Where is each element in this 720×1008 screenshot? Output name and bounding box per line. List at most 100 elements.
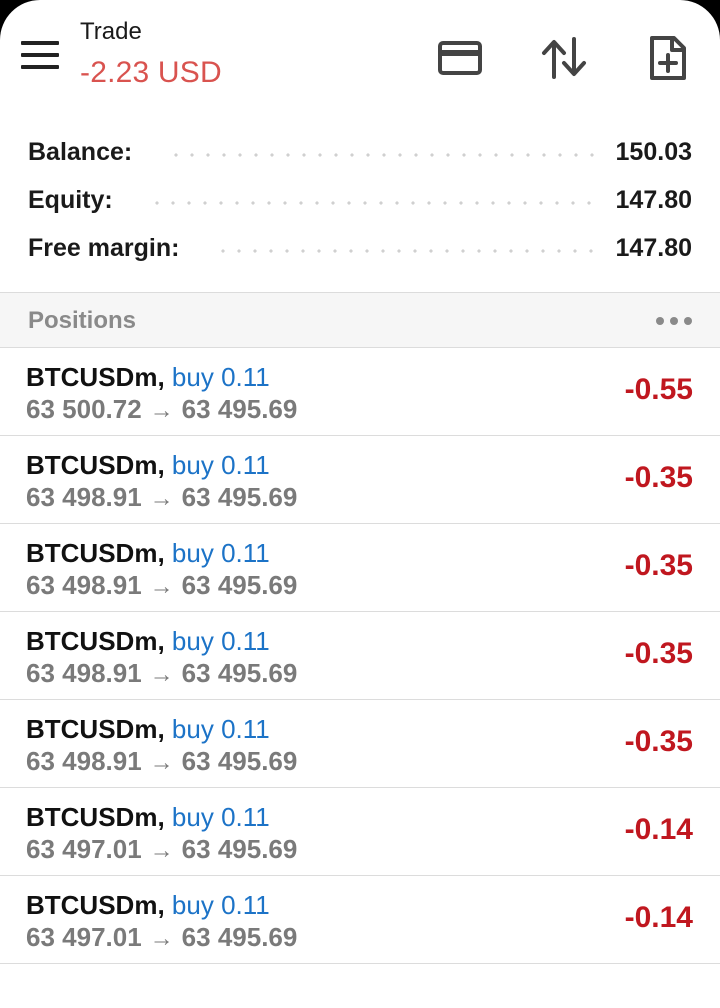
- open-price: 63 500.72: [26, 394, 142, 424]
- position-prices: 63 498.91 → 63 495.69: [26, 746, 297, 777]
- positions-list: BTCUSDm, buy 0.11 63 500.72 → 63 495.69 -0…: [0, 348, 720, 964]
- position-symbol: BTCUSDm: [26, 714, 158, 744]
- separator: ,: [157, 890, 172, 920]
- position-profit: -0.14: [624, 901, 693, 934]
- more-dots-icon[interactable]: [656, 313, 692, 329]
- open-price: 63 498.91: [26, 746, 142, 776]
- position-prices: 63 497.01 → 63 495.69: [26, 834, 297, 865]
- app-header: Trade -2.23 USD: [0, 0, 720, 110]
- dot: [670, 317, 678, 325]
- section-title: Positions: [28, 307, 137, 334]
- credit-card-icon[interactable]: [432, 30, 488, 86]
- position-prices: 63 498.91 → 63 495.69: [26, 570, 297, 601]
- position-volume: 0.11: [221, 802, 270, 832]
- position-volume: 0.11: [221, 450, 270, 480]
- position-direction: buy: [171, 538, 214, 568]
- position-symbol: BTCUSDm: [26, 362, 158, 392]
- position-prices: 63 497.01 → 63 495.69: [26, 922, 297, 953]
- dot: [656, 317, 664, 325]
- position-symbol: BTCUSDm: [26, 802, 158, 832]
- separator: ,: [157, 714, 172, 744]
- free-margin-value: 147.80: [615, 233, 692, 262]
- menu-icon-bar: [21, 53, 59, 57]
- position-row[interactable]: BTCUSDm, buy 0.11 63 498.91 → 63 495.69 -0…: [0, 700, 720, 788]
- dot: [684, 317, 692, 325]
- position-row[interactable]: BTCUSDm, buy 0.11 63 497.01 → 63 495.69 -0…: [0, 788, 720, 876]
- position-profit: -0.35: [624, 637, 693, 670]
- position-direction: buy: [171, 802, 214, 832]
- position-prices: 63 500.72 → 63 495.69: [26, 394, 297, 425]
- arrow-right-icon: →: [149, 925, 174, 952]
- open-price: 63 498.91: [26, 658, 142, 688]
- position-row[interactable]: BTCUSDm, buy 0.11 63 497.01 → 63 495.69 -0…: [0, 876, 720, 964]
- dotted-leader: [215, 249, 594, 253]
- position-profit: -0.35: [624, 549, 693, 582]
- position-volume: 0.11: [221, 626, 270, 656]
- position-row[interactable]: BTCUSDm, buy 0.11 63 500.72 → 63 495.69 -0…: [0, 348, 720, 436]
- position-header: BTCUSDm, buy 0.11: [26, 802, 270, 833]
- position-header: BTCUSDm, buy 0.11: [26, 714, 270, 745]
- position-header: BTCUSDm, buy 0.11: [26, 450, 270, 481]
- position-prices: 63 498.91 → 63 495.69: [26, 658, 297, 689]
- position-header: BTCUSDm, buy 0.11: [26, 626, 270, 657]
- position-header: BTCUSDm, buy 0.11: [26, 538, 270, 569]
- position-symbol: BTCUSDm: [26, 538, 158, 568]
- balance-label: Balance:: [28, 137, 133, 166]
- position-profit: -0.14: [624, 813, 693, 846]
- position-direction: buy: [171, 714, 214, 744]
- separator: ,: [157, 362, 172, 392]
- new-order-icon[interactable]: [640, 30, 696, 86]
- current-price: 63 495.69: [181, 922, 298, 952]
- current-price: 63 495.69: [181, 570, 298, 600]
- open-price: 63 497.01: [26, 834, 142, 864]
- arrow-right-icon: →: [149, 485, 174, 512]
- equity-row: Equity: 147.80: [0, 176, 720, 224]
- floating-profit: -2.23 USD: [80, 56, 222, 89]
- position-profit: -0.55: [624, 373, 693, 406]
- arrow-right-icon: →: [149, 837, 174, 864]
- free-margin-label: Free margin:: [28, 233, 180, 262]
- menu-icon[interactable]: [14, 33, 66, 77]
- arrow-right-icon: →: [149, 749, 174, 776]
- position-header: BTCUSDm, buy 0.11: [26, 362, 270, 393]
- position-volume: 0.11: [221, 538, 270, 568]
- arrow-right-icon: →: [149, 573, 174, 600]
- menu-icon-bar: [21, 65, 59, 69]
- position-row[interactable]: BTCUSDm, buy 0.11 63 498.91 → 63 495.69 -0…: [0, 436, 720, 524]
- equity-label: Equity:: [28, 185, 113, 214]
- balance-row: Balance: 150.03: [0, 128, 720, 176]
- balance-value: 150.03: [615, 137, 692, 166]
- position-profit: -0.35: [624, 725, 693, 758]
- separator: ,: [157, 538, 172, 568]
- free-margin-row: Free margin: 147.80: [0, 224, 720, 272]
- current-price: 63 495.69: [181, 394, 298, 424]
- position-direction: buy: [171, 890, 214, 920]
- separator: ,: [157, 450, 172, 480]
- position-row[interactable]: BTCUSDm, buy 0.11 63 498.91 → 63 495.69 -0…: [0, 524, 720, 612]
- account-summary: Balance: 150.03 Equity: 147.80 Free marg…: [0, 128, 720, 272]
- separator: ,: [157, 802, 172, 832]
- trade-screen: Trade -2.23 USD Balance: 150.03 Equity: …: [0, 0, 720, 1008]
- dotted-leader: [168, 153, 594, 157]
- current-price: 63 495.69: [181, 834, 298, 864]
- equity-value: 147.80: [615, 185, 692, 214]
- open-price: 63 498.91: [26, 570, 142, 600]
- position-symbol: BTCUSDm: [26, 626, 158, 656]
- open-price: 63 497.01: [26, 922, 142, 952]
- position-direction: buy: [171, 362, 214, 392]
- position-profit: -0.35: [624, 461, 693, 494]
- current-price: 63 495.69: [181, 658, 298, 688]
- position-symbol: BTCUSDm: [26, 450, 158, 480]
- position-row[interactable]: BTCUSDm, buy 0.11 63 498.91 → 63 495.69 -0…: [0, 612, 720, 700]
- position-direction: buy: [171, 450, 214, 480]
- current-price: 63 495.69: [181, 482, 298, 512]
- arrow-right-icon: →: [149, 661, 174, 688]
- position-direction: buy: [171, 626, 214, 656]
- position-volume: 0.11: [221, 890, 270, 920]
- sort-arrows-icon[interactable]: [536, 30, 592, 86]
- current-price: 63 495.69: [181, 746, 298, 776]
- position-header: BTCUSDm, buy 0.11: [26, 890, 270, 921]
- page-title: Trade: [80, 18, 142, 45]
- position-volume: 0.11: [221, 362, 270, 392]
- dotted-leader: [148, 201, 594, 205]
